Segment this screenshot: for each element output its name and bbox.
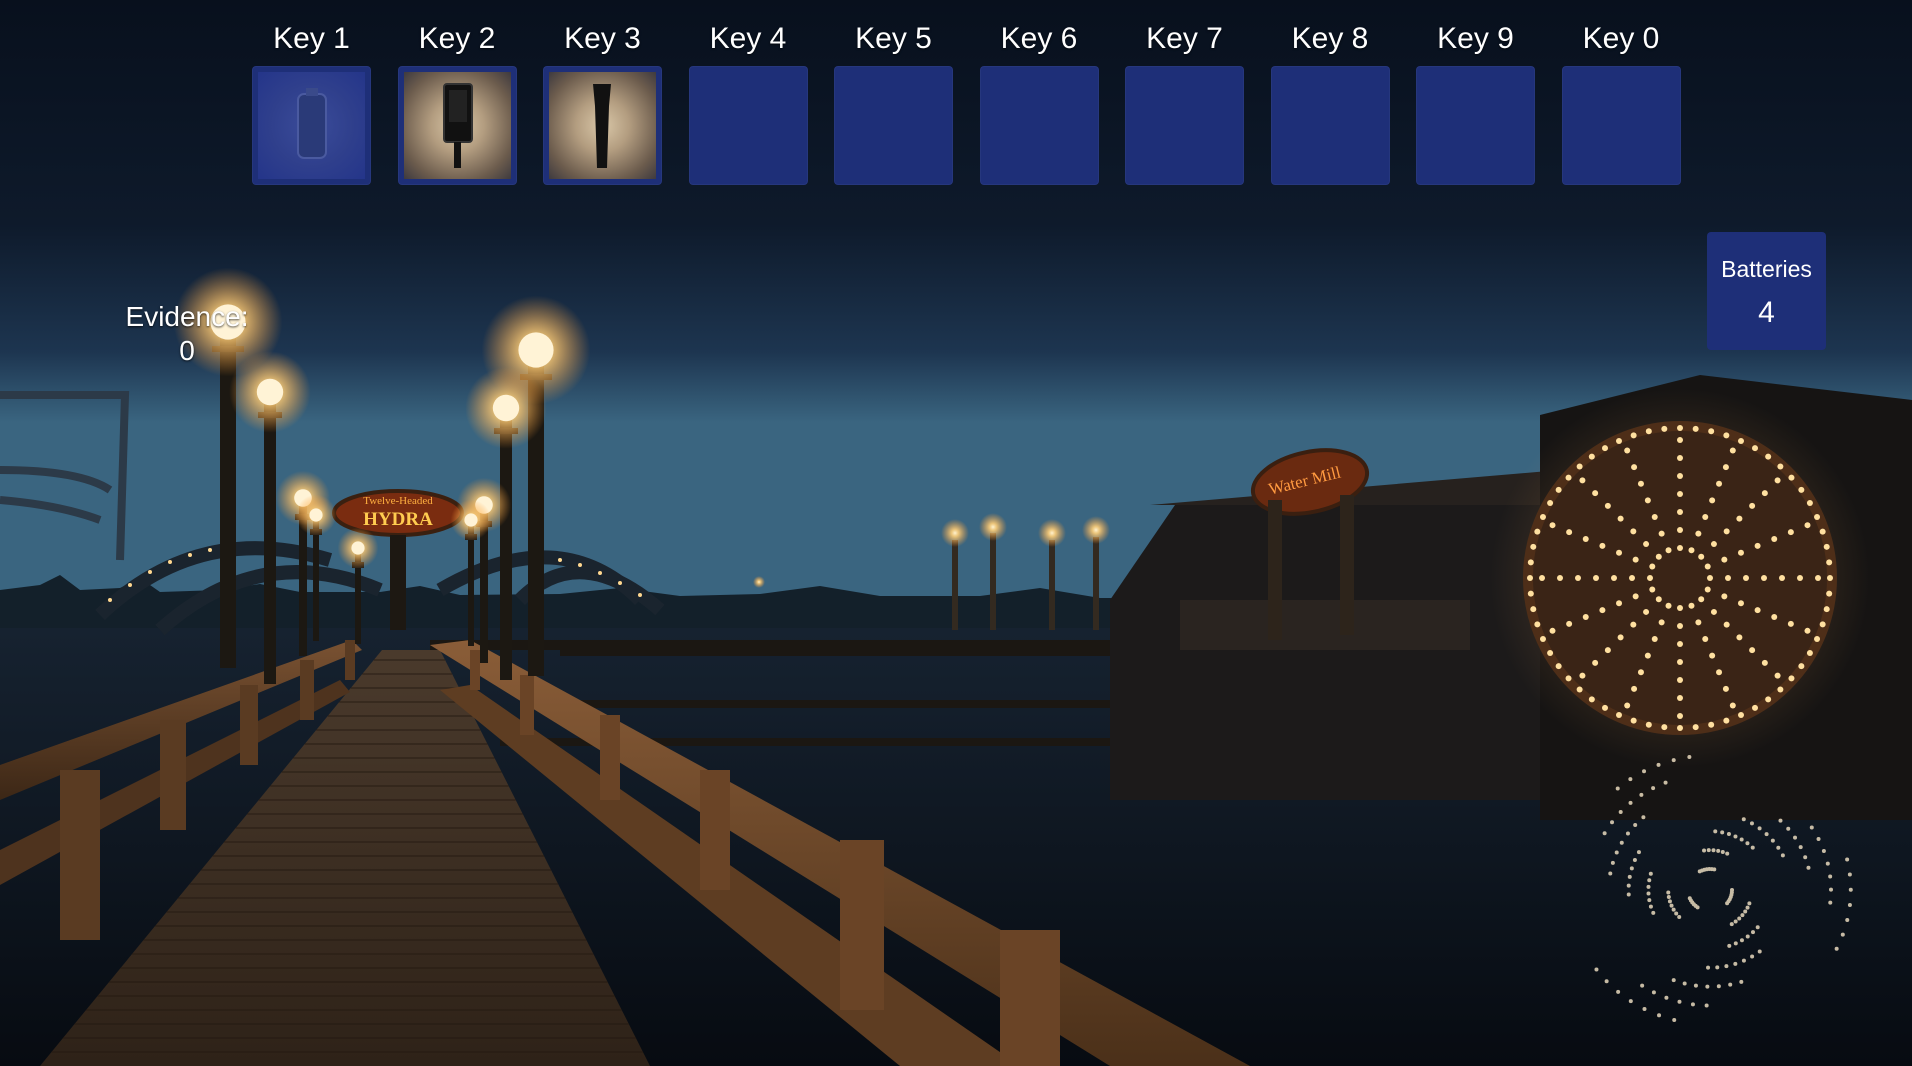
hydra-sign-title: HYDRA [363,509,433,530]
hotbar-slot-box[interactable] [252,66,371,185]
hotbar-slot-box[interactable] [1270,66,1390,185]
batteries-label: Batteries [1721,256,1812,282]
hotbar-slot-box[interactable] [688,66,808,185]
evidence-value: 0 [179,335,195,366]
hotbar-slot-label: Key 2 [418,22,496,55]
hotbar-slot-box[interactable] [397,66,517,185]
hotbar-slot-box[interactable] [1125,66,1244,185]
hotbar-slot-label: Key 7 [1146,22,1223,55]
hotbar-slot-3[interactable]: Key 3 [543,18,662,186]
hotbar-slot-label: Key 8 [1291,22,1369,55]
batteries-panel: Batteries 4 [1707,232,1826,350]
battery-icon [258,72,365,179]
evidence-label: Evidence: [125,301,249,332]
hotbar-slot-label: Key 4 [709,22,787,55]
evidence-counter: Evidence: 0 [112,300,262,368]
hotbar-slot-8[interactable]: Key 8 [1270,18,1390,186]
hotbar-slot-1[interactable]: Key 1 [252,18,371,186]
hotbar-slot-4[interactable]: Key 4 [688,18,808,186]
emf-reader-icon [403,72,511,179]
batteries-value: 4 [1758,296,1775,329]
hotbar-slot-5[interactable]: Key 5 [834,18,953,186]
hotbar-slot-label: Key 0 [1582,22,1660,55]
hotbar-slot-label: Key 5 [855,22,932,55]
hotbar-slot-9[interactable]: Key 9 [1416,18,1535,186]
hydra-sign-subtitle: Twelve-Headed [363,495,433,507]
hotbar-slot-label: Key 3 [564,22,641,55]
hotbar-slot-7[interactable]: Key 7 [1125,18,1244,186]
hotbar-slot-label: Key 6 [1000,22,1078,55]
flashlight-icon [549,72,656,179]
hotbar-slot-10[interactable]: Key 0 [1561,18,1681,186]
hotbar-slot-box[interactable] [979,66,1099,185]
hotbar-slot-box[interactable] [1416,66,1535,185]
hotbar-slot-box[interactable] [834,66,953,185]
hotbar-slot-label: Key 1 [273,22,350,55]
hotbar-slot-6[interactable]: Key 6 [979,18,1099,186]
hotbar: Key 1 Key 2 Key 3 Key 4 Key 5 Key 6 Key 7 Key 8… [252,18,1682,186]
hotbar-slot-box[interactable] [1561,66,1681,185]
hotbar-slot-box[interactable] [543,66,662,185]
hotbar-slot-2[interactable]: Key 2 [397,18,517,186]
hotbar-slot-label: Key 9 [1437,22,1514,55]
